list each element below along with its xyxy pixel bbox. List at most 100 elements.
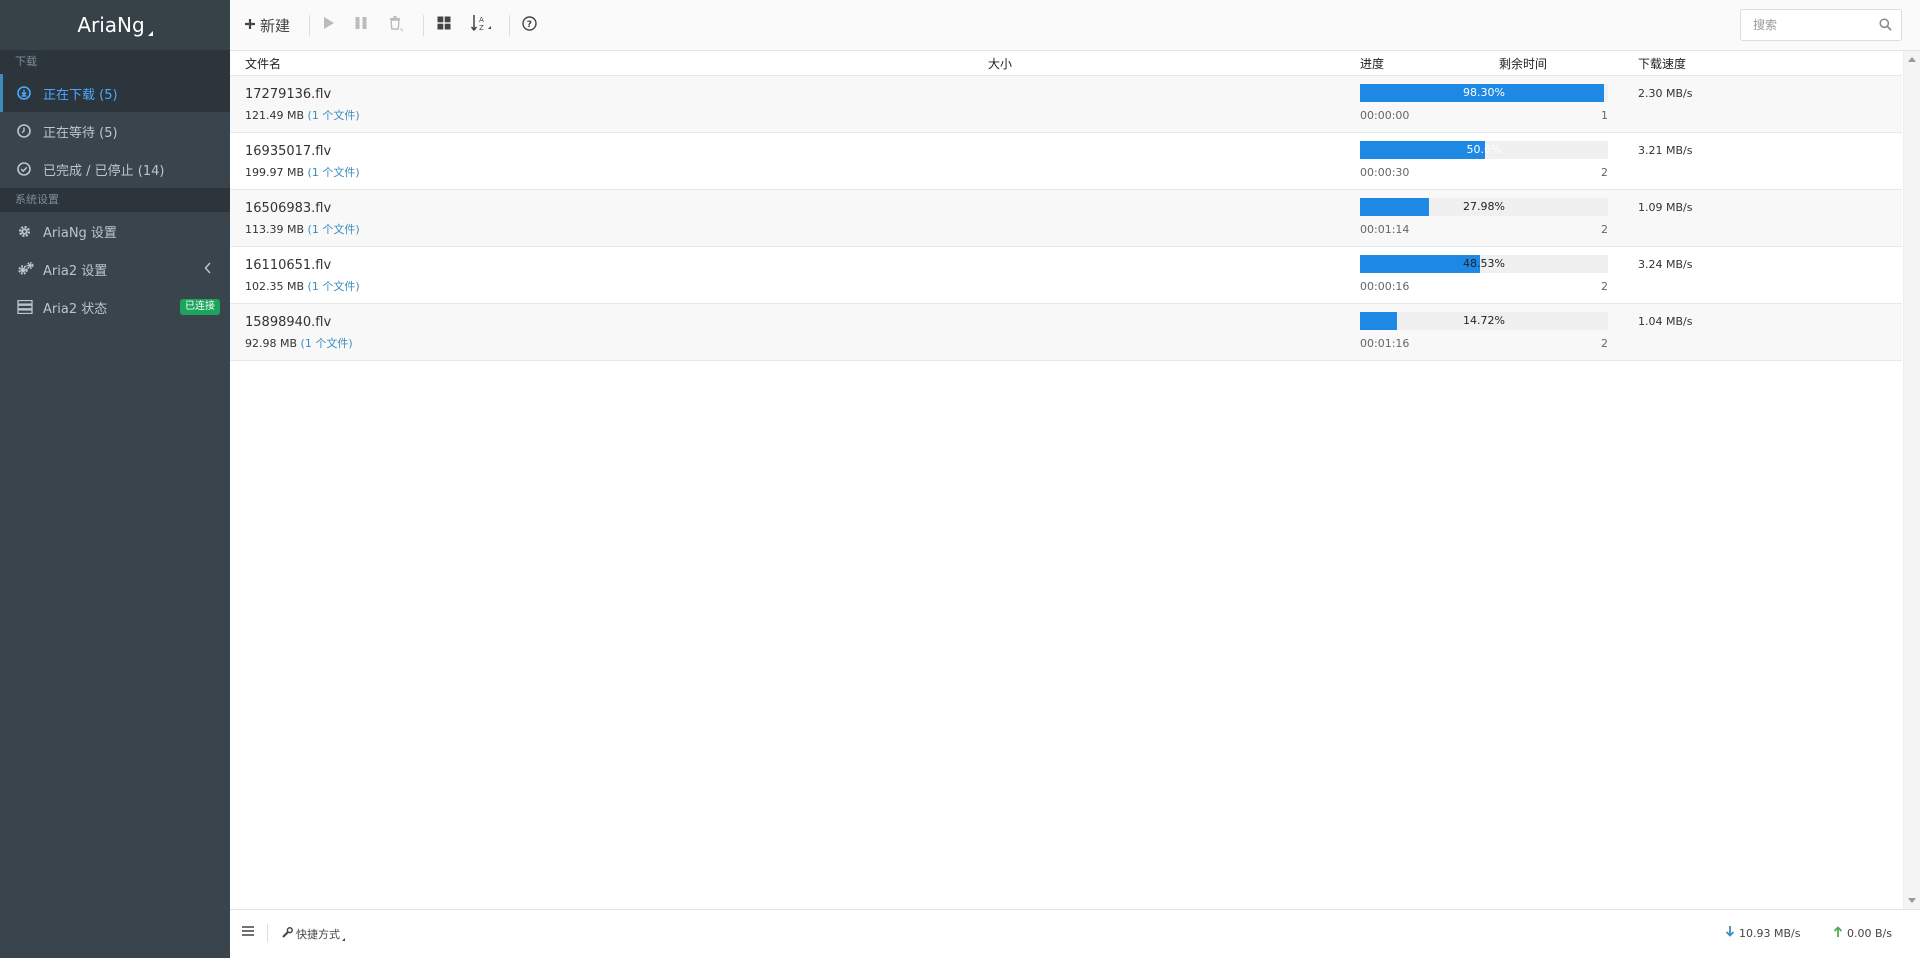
header-file-name[interactable]: 文件名 (245, 55, 281, 72)
task-files-link[interactable]: (1 个文件) (308, 223, 360, 236)
task-table-header: 文件名 大小 进度 剩余时间 下载速度 (230, 51, 1902, 76)
sidebar-item-label: Aria2 状态 (43, 301, 108, 317)
task-connections: 2 (1601, 223, 1608, 236)
task-connections: 2 (1601, 337, 1608, 350)
task-progress-bar: 27.98% (1360, 198, 1608, 216)
task-file-name: 16506983.flv (245, 201, 332, 216)
pause-icon (354, 16, 368, 34)
task-remaining-time: 00:00:30 (1360, 166, 1410, 179)
app-title: AriaNg (77, 13, 145, 37)
task-file-name: 17279136.flv (245, 87, 332, 102)
task-files-link[interactable]: (1 个文件) (308, 166, 360, 179)
task-progress-text: 98.30% (1463, 86, 1505, 99)
sort-alpha-icon: AZ (470, 14, 493, 36)
sidebar-item-stopped[interactable]: 已完成 / 已停止 (14) (0, 150, 230, 188)
sidebar-item-label: 已完成 / 已停止 (14) (43, 163, 165, 179)
check-circle-icon (17, 162, 39, 176)
main-content: 新建 AZ ? 文件名 大小 进度 剩余时间 下载速度 (230, 0, 1920, 958)
chevron-left-icon[interactable] (204, 262, 212, 278)
delete-button[interactable] (388, 14, 404, 36)
sort-button[interactable]: AZ (470, 14, 493, 36)
search-input[interactable] (1751, 10, 1875, 40)
header-download-speed[interactable]: 下载速度 (1638, 55, 1686, 72)
app-logo[interactable]: AriaNg (0, 0, 230, 50)
task-remaining-time: 00:00:00 (1360, 109, 1410, 122)
sidebar-item-label: AriaNg 设置 (43, 225, 117, 241)
hamburger-icon (242, 926, 254, 939)
task-progress-bar: 98.30% (1360, 84, 1608, 102)
svg-text:?: ? (527, 20, 532, 30)
toolbar-divider (509, 15, 510, 36)
task-speed: 3.21 MB/s (1638, 144, 1693, 157)
task-files-link[interactable]: (1 个文件) (308, 109, 360, 122)
task-progress-text: 27.98% (1463, 200, 1505, 213)
task-files-link[interactable]: (1 个文件) (301, 337, 353, 350)
header-remaining-time[interactable]: 剩余时间 (1499, 55, 1547, 72)
task-size-line: 102.35 MB (1 个文件) (245, 278, 360, 294)
sidebar-item-ariang-settings[interactable]: AriaNg 设置 (0, 212, 230, 250)
global-upload-speed: 0.00 B/s (1833, 926, 1892, 940)
task-progress-text: 14.72% (1463, 314, 1505, 327)
task-list: 17279136.flv 121.49 MB (1 个文件) 98.30% 00… (230, 76, 1902, 361)
header-size[interactable]: 大小 (988, 55, 1012, 72)
new-task-button[interactable]: 新建 (244, 14, 290, 36)
task-size-line: 199.97 MB (1 个文件) (245, 164, 360, 180)
clock-icon (17, 124, 39, 138)
task-row[interactable]: 16935017.flv 199.97 MB (1 个文件) 50.6% 00:… (230, 133, 1902, 190)
task-size-line: 121.49 MB (1 个文件) (245, 107, 360, 123)
scroll-down-arrow-icon[interactable] (1908, 898, 1916, 903)
task-row[interactable]: 17279136.flv 121.49 MB (1 个文件) 98.30% 00… (230, 76, 1902, 133)
task-size: 102.35 MB (245, 280, 305, 293)
upload-speed-value: 0.00 B/s (1847, 926, 1892, 940)
grid-icon (437, 16, 451, 34)
sidebar-item-waiting[interactable]: 正在等待 (5) (0, 112, 230, 150)
task-row[interactable]: 16110651.flv 102.35 MB (1 个文件) 48.53% 00… (230, 247, 1902, 304)
task-size: 92.98 MB (245, 337, 298, 350)
shortcuts-button[interactable]: 快捷方式 (282, 926, 345, 942)
header-progress[interactable]: 进度 (1360, 55, 1384, 72)
task-connections: 2 (1601, 166, 1608, 179)
task-row[interactable]: 15898940.flv 92.98 MB (1 个文件) 14.72% 00:… (230, 304, 1902, 361)
help-button[interactable]: ? (522, 14, 537, 36)
start-button[interactable] (323, 14, 335, 36)
task-progress-bar: 50.6% (1360, 141, 1608, 159)
search-icon[interactable] (1879, 18, 1892, 35)
task-file-name: 16935017.flv (245, 144, 332, 159)
sidebar-item-downloading[interactable]: 正在下载 (5) (0, 74, 230, 112)
help-circle-icon: ? (522, 15, 537, 35)
arrow-down-icon (1725, 926, 1735, 940)
svg-text:Z: Z (479, 24, 484, 32)
server-icon (17, 300, 39, 314)
task-progress-bar: 14.72% (1360, 312, 1608, 330)
task-speed: 1.04 MB/s (1638, 315, 1693, 328)
task-row[interactable]: 16506983.flv 113.39 MB (1 个文件) 27.98% 00… (230, 190, 1902, 247)
play-icon (323, 16, 335, 34)
sidebar-item-aria2-settings[interactable]: Aria2 设置 (0, 250, 230, 288)
sidebar: AriaNg 下载 正在下载 (5) 正在等待 (5) 已完成 / 已停止 (1… (0, 0, 230, 958)
task-size: 121.49 MB (245, 109, 305, 122)
task-progress-text: 50.6% (1466, 143, 1502, 156)
vertical-scrollbar[interactable] (1903, 51, 1920, 909)
display-mode-button[interactable] (437, 14, 451, 36)
task-size-line: 92.98 MB (1 个文件) (245, 335, 353, 351)
toolbar-divider (309, 15, 310, 36)
gear-icon (17, 224, 39, 239)
menu-toggle-button[interactable] (242, 926, 254, 939)
toolbar: 新建 AZ ? (230, 0, 1920, 51)
sidebar-item-aria2-status[interactable]: Aria2 状态 已连接 (0, 288, 230, 326)
shortcuts-label: 快捷方式 (296, 928, 340, 941)
scroll-up-arrow-icon[interactable] (1908, 57, 1916, 62)
svg-text:A: A (479, 16, 484, 24)
task-file-name: 15898940.flv (245, 315, 332, 330)
wrench-icon (282, 927, 293, 941)
task-files-link[interactable]: (1 个文件) (308, 280, 360, 293)
logo-caret-icon (147, 30, 153, 36)
sidebar-item-label: Aria2 设置 (43, 263, 108, 279)
pause-button[interactable] (354, 14, 368, 36)
new-task-label: 新建 (260, 16, 291, 35)
trash-icon (388, 15, 404, 35)
gears-icon (17, 261, 39, 277)
plus-icon (244, 16, 256, 34)
sidebar-item-label: 正在下载 (5) (43, 87, 118, 103)
task-speed: 3.24 MB/s (1638, 258, 1693, 271)
